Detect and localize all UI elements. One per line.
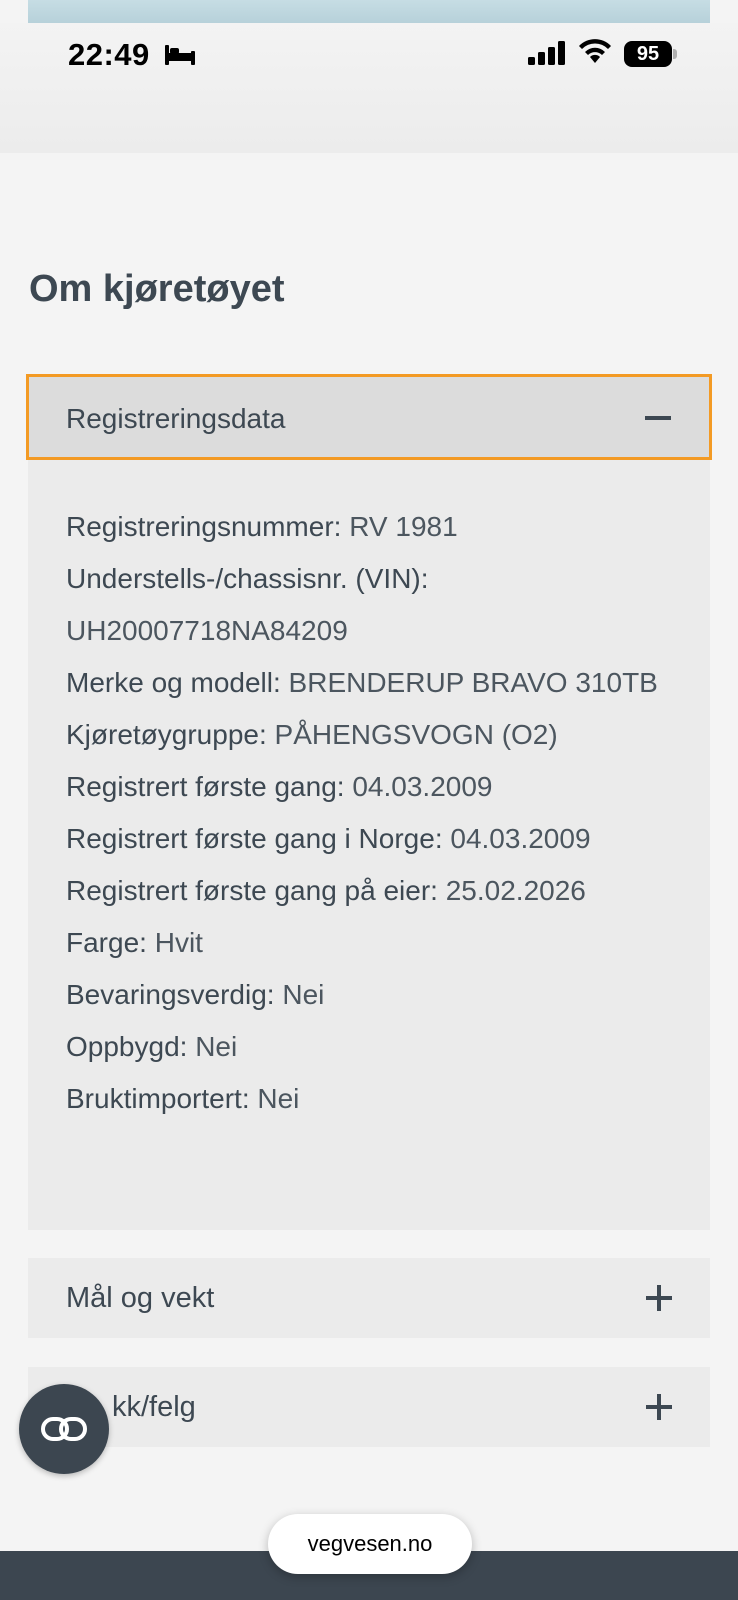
accordion-header-dekk-felg[interactable]: kk/felg [28,1367,710,1447]
row-key: Merke og modell: [66,667,281,698]
row-key: Registrert første gang på eier: [66,875,438,906]
chat-icon [41,1417,87,1441]
status-bar: 22:49 95 [0,23,738,153]
row-key: Registrert første gang: [66,771,345,802]
row-vin-value: UH20007718NA84209 [66,615,348,647]
row-value: RV 1981 [349,511,458,542]
row-farge: Farge: Hvit [66,927,203,959]
row-key: Bevaringsverdig: [66,979,275,1010]
row-key: Kjøretøygruppe: [66,719,267,750]
signal-icon [528,41,565,65]
row-value: Nei [257,1083,300,1114]
accordion-body: Registreringsnummer: RV 1981 Understells… [28,460,710,1230]
accordion-header-mal-og-vekt[interactable]: Mål og vekt [28,1258,710,1338]
top-strip [28,0,710,23]
status-time: 22:49 [68,37,150,72]
row-key: Bruktimportert: [66,1083,250,1114]
accordion-label: Mål og vekt [66,1282,215,1314]
accordion-label: Registreringsdata [66,403,286,434]
row-value: 04.03.2009 [352,771,493,802]
row-merke-modell: Merke og modell: BRENDERUP BRAVO 310TB [66,667,658,699]
row-value: 04.03.2009 [450,823,591,854]
page-title: Om kjøretøyet [29,268,285,310]
row-registrert-eier: Registrert første gang på eier: 25.02.20… [66,875,586,907]
row-value: Hvit [154,927,203,958]
battery-tip [673,49,677,59]
row-registreringsnummer: Registreringsnummer: RV 1981 [66,511,458,543]
battery-icon: 95 [624,41,672,67]
row-vin: Understells-/chassisnr. (VIN): [66,563,429,595]
plus-icon[interactable] [646,1394,672,1420]
row-key: Farge: [66,927,147,958]
row-key: Oppbygd: [66,1031,188,1062]
row-value: 25.02.2026 [445,875,586,906]
accordion-label: kk/felg [112,1391,196,1423]
row-value: Nei [195,1031,238,1062]
bed-icon [165,45,195,65]
row-bevaringsverdig: Bevaringsverdig: Nei [66,979,324,1011]
row-registrert-norge: Registrert første gang i Norge: 04.03.20… [66,823,591,855]
battery-level: 95 [636,42,660,65]
url-bar[interactable]: vegvesen.no [268,1514,472,1574]
row-value: PÅHENGSVOGN (O2) [274,719,558,750]
url-text: vegvesen.no [307,1531,433,1556]
row-value: UH20007718NA84209 [66,615,348,646]
row-bruktimportert: Bruktimportert: Nei [66,1083,299,1115]
minus-icon[interactable] [645,416,671,420]
row-key: Registreringsnummer: [66,511,342,542]
row-registrert-forste-gang: Registrert første gang: 04.03.2009 [66,771,492,803]
row-value: BRENDERUP BRAVO 310TB [288,667,658,698]
row-oppbygd: Oppbygd: Nei [66,1031,237,1063]
accordion-header-registreringsdata[interactable]: Registreringsdata [26,374,712,460]
row-key: Registrert første gang i Norge: [66,823,443,854]
wifi-icon [579,39,611,63]
plus-icon[interactable] [646,1285,672,1311]
chat-button[interactable] [19,1384,109,1474]
row-kjoretoygruppe: Kjøretøygruppe: PÅHENGSVOGN (O2) [66,719,558,751]
row-key: Understells-/chassisnr. (VIN): [66,563,429,594]
row-value: Nei [282,979,325,1010]
